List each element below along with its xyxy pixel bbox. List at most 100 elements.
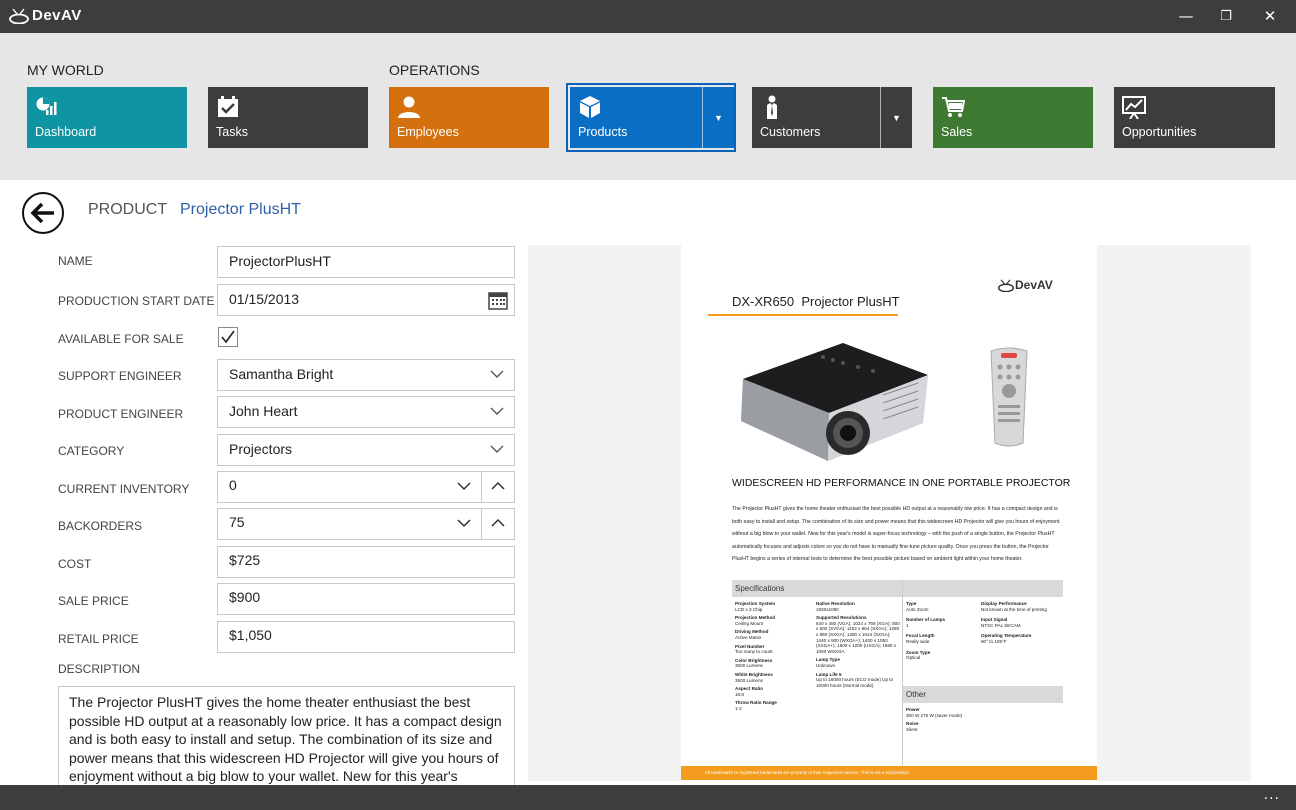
tile-dashboard[interactable]: Dashboard: [27, 87, 187, 148]
spec-entry: Lamp Life 5 Up to 16000 hours (ECO mode) …: [816, 671, 894, 688]
sale-price-field[interactable]: $900: [217, 583, 515, 615]
spec-entry: Display Performance Not known at the time…: [981, 601, 1047, 612]
production-start-label: PRODUCTION START DATE: [58, 294, 215, 308]
dashboard-icon: [36, 97, 57, 115]
backorders-label: BACKORDERS: [58, 519, 143, 533]
support-engineer-label: SUPPORT ENGINEER: [58, 369, 182, 383]
restore-button[interactable]: ❐: [1216, 6, 1236, 26]
more-options-button[interactable]: ...: [1264, 787, 1280, 803]
production-start-date-field[interactable]: 01/15/2013: [217, 284, 515, 316]
tile-label: Sales: [941, 125, 973, 139]
spec-entry: Color Brightness 3500 Lumens: [735, 657, 773, 669]
retail-price-field[interactable]: $1,050: [217, 621, 515, 653]
tile-label: Customers: [760, 125, 821, 139]
tile-customers[interactable]: Customers ▼: [752, 87, 912, 148]
close-icon: ✕: [1263, 7, 1277, 25]
cost-field[interactable]: $725: [217, 546, 515, 578]
customers-icon: [767, 95, 777, 119]
group-label-operations: OPERATIONS: [389, 62, 480, 78]
tile-label: Dashboard: [35, 125, 97, 139]
spec-entry: Pixel Number Too many to count: [735, 643, 773, 655]
calendar-icon[interactable]: [488, 290, 508, 310]
increment-chevron-icon[interactable]: [490, 480, 506, 492]
spec-entry: Throw Ratio Range 1-2: [735, 700, 777, 711]
customers-dropdown-button[interactable]: ▼: [880, 87, 912, 148]
spinner-divider: [481, 472, 482, 502]
restore-icon: ❐: [1220, 8, 1232, 24]
spec-entry: Input Signal NTSC PAL SECAM: [981, 617, 1021, 628]
brochure-title-underline: [708, 314, 898, 316]
product-engineer-select[interactable]: John Heart: [217, 396, 515, 428]
spec-entry: Operating Temperature 90° to 105°F: [981, 633, 1032, 644]
tile-sales[interactable]: Sales: [933, 87, 1093, 148]
spec-entry: Projection System LCD x 3 Chip: [735, 601, 776, 612]
brochure-page: DX-XR650 Projector PlusHT DevAV WIDESCRE…: [681, 245, 1097, 781]
decrement-chevron-icon[interactable]: [456, 517, 472, 529]
back-arrow-icon: [30, 202, 54, 224]
decrement-chevron-icon[interactable]: [456, 480, 472, 492]
other-specs: Power 300 W 275 W (saver mode) Noise Silen…: [906, 707, 1006, 735]
current-inventory-label: CURRENT INVENTORY: [58, 482, 190, 496]
brochure-logo-text: DevAV: [1015, 278, 1053, 292]
name-label: NAME: [58, 254, 93, 268]
spec-entry: Zoom Type Optical: [906, 649, 931, 661]
sale-price-label: SALE PRICE: [58, 594, 129, 608]
spec-entry: Driving Method Active Matrix: [735, 629, 769, 640]
brochure-product-name: Projector PlusHT: [801, 294, 900, 309]
tile-opportunities[interactable]: Opportunities: [1114, 87, 1275, 148]
support-engineer-value: Samantha Bright: [229, 366, 334, 382]
tile-employees[interactable]: Employees: [389, 87, 549, 148]
close-button[interactable]: ✕: [1260, 6, 1280, 26]
brochure-logo: DevAV: [997, 278, 1053, 292]
tv-logo-icon: [997, 278, 1015, 292]
specs-column-4: Display Performance Not known at the time…: [981, 601, 1063, 650]
category-value: Projectors: [229, 441, 293, 457]
chevron-down-icon: [490, 445, 504, 453]
minimize-icon: —: [1178, 7, 1194, 25]
minimize-button[interactable]: —: [1176, 6, 1196, 26]
spinner-divider: [481, 509, 482, 539]
app-logo: DevAV: [8, 7, 82, 24]
name-field[interactable]: ProjectorPlusHT: [217, 246, 515, 278]
other-header: Other: [903, 686, 1063, 703]
category-select[interactable]: Projectors: [217, 434, 515, 466]
current-inventory-spinner[interactable]: 0: [217, 471, 515, 503]
sale-price-value: $900: [229, 589, 261, 605]
spec-entry: Native Resolution 1920x1080: [816, 601, 855, 612]
spec-entry: Projection Method Ceiling Mount: [735, 615, 776, 626]
specs-header: Specifications: [732, 580, 902, 597]
tasks-icon: [218, 96, 238, 117]
breadcrumb-section: PRODUCT: [88, 201, 168, 218]
tv-logo-icon: [9, 8, 29, 24]
available-for-sale-checkbox[interactable]: [218, 327, 238, 347]
backorders-spinner[interactable]: 75: [217, 508, 515, 540]
retail-price-value: $1,050: [229, 627, 272, 643]
app-bar: ...: [0, 785, 1296, 810]
name-value: ProjectorPlusHT: [229, 253, 331, 269]
tile-label: Tasks: [216, 125, 248, 139]
selected-tile-outline: [566, 83, 736, 152]
spec-entry: White Brightness 3500 Lumens: [735, 671, 773, 683]
brochure-footer: All trademarks or registered trademarks …: [681, 766, 1097, 780]
back-button[interactable]: [22, 192, 64, 234]
increment-chevron-icon[interactable]: [490, 517, 506, 529]
specs-column-1: Projection System LCD x 3 Chip Projection…: [735, 601, 811, 715]
description-value: The Projector PlusHT gives the home thea…: [69, 694, 502, 784]
product-engineer-label: PRODUCT ENGINEER: [58, 407, 184, 421]
specs-column-3: Type Auto Zoom Number of Lamps 1 Focal Len…: [906, 601, 976, 666]
tile-tasks[interactable]: Tasks: [208, 87, 368, 148]
spec-entry: Noise Silent: [906, 721, 919, 732]
description-textarea[interactable]: The Projector PlusHT gives the home thea…: [58, 686, 515, 786]
cost-value: $725: [229, 552, 261, 568]
support-engineer-select[interactable]: Samantha Bright: [217, 359, 515, 391]
category-label: CATEGORY: [58, 444, 125, 458]
specs-header-right: [903, 580, 1063, 597]
spec-entry: Type Auto Zoom: [906, 601, 929, 612]
specs-column-2: Native Resolution 1920x1080 Supported Res…: [816, 601, 900, 691]
spec-entry: Lamp Type Unknown: [816, 657, 840, 668]
production-start-value: 01/15/2013: [229, 291, 300, 307]
product-engineer-value: John Heart: [229, 403, 298, 419]
projector-image: [741, 343, 928, 461]
brochure-headline: WIDESCREEN HD PERFORMANCE IN ONE PORTABL…: [732, 477, 1071, 489]
chevron-down-icon: [490, 370, 504, 378]
